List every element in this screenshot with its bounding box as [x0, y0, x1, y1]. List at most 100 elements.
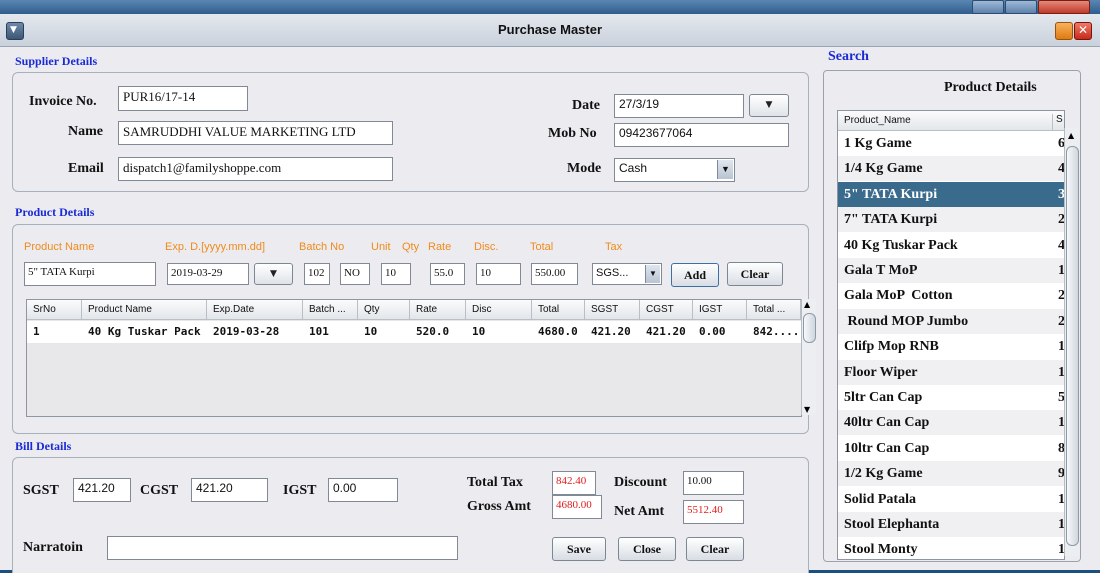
cell-disc: 10	[466, 321, 532, 343]
mob-label: Mob No	[548, 126, 597, 141]
col-header-rate[interactable]: Rate	[410, 300, 466, 320]
product-list-item[interactable]: 40 Kg Tuskar Pack 4	[838, 233, 1064, 258]
cell-total-tax: 842....	[747, 321, 801, 343]
product-list-item[interactable]: 5" TATA Kurpi 3	[838, 181, 1064, 207]
col-header-batch[interactable]: Batch ...	[303, 300, 358, 320]
tax-select[interactable]: SGS... ▼	[592, 263, 662, 285]
product-list-item[interactable]: Gala MoP Cotton 2	[838, 283, 1064, 308]
product-list-header: Product_Name S	[838, 111, 1064, 131]
outer-restore-button[interactable]	[1005, 0, 1037, 14]
product-list-item[interactable]: 40ltr Can Cap 1	[838, 410, 1064, 436]
outer-close-button[interactable]	[1038, 0, 1090, 14]
exp-date-picker-button[interactable]: ▼	[254, 263, 293, 285]
date-picker-button[interactable]: ▼	[749, 94, 789, 117]
product-list-item[interactable]: 1/2 Kg Game 9	[838, 461, 1064, 487]
unit-field[interactable]: NO	[340, 263, 370, 285]
label-unit: Unit	[371, 241, 391, 253]
chevron-down-icon: ▼	[270, 269, 277, 279]
product-list-item[interactable]: Round MOP Jumbo 2	[838, 308, 1064, 334]
product-list-item-name: 10ltr Can Cap	[844, 440, 930, 456]
igst-field[interactable]: 0.00	[328, 478, 398, 502]
rate-field[interactable]: 55.0	[430, 263, 465, 285]
window-title: Purchase Master	[497, 22, 603, 37]
cell-qty: 10	[358, 321, 410, 343]
product-list-scroll-thumb[interactable]	[1066, 146, 1079, 546]
outer-minimize-button[interactable]	[972, 0, 1004, 14]
col-header-product-name[interactable]: Product_Name	[844, 115, 911, 126]
close-form-button[interactable]: Close	[618, 537, 676, 561]
total-field[interactable]: 550.00	[531, 263, 578, 285]
product-list-item-name: Clifp Mop RNB	[844, 339, 939, 355]
disc-field[interactable]: 10	[476, 263, 521, 285]
save-button[interactable]: Save	[552, 537, 606, 561]
product-list-item[interactable]: Floor Wiper 1	[838, 359, 1064, 385]
col-header-total[interactable]: Total	[532, 300, 585, 320]
scroll-up-icon[interactable]: ▲	[804, 300, 810, 309]
col-header-total-tax[interactable]: Total ...	[747, 300, 801, 320]
product-list-item[interactable]: 5ltr Can Cap 5	[838, 385, 1064, 410]
product-list-item-name: Gala MoP Cotton	[844, 288, 953, 304]
net-amt-field[interactable]: 5512.40	[683, 500, 744, 524]
cell-cgst: 421.20	[640, 321, 693, 343]
product-list-item-name: 5ltr Can Cap	[844, 390, 923, 405]
qty-field[interactable]: 10	[381, 263, 411, 285]
bill-section-title: Bill Details	[15, 439, 72, 453]
product-list-scrollbar[interactable]: ▲	[1064, 128, 1079, 556]
scroll-down-icon[interactable]: ▼	[804, 405, 810, 414]
cgst-field[interactable]: 421.20	[191, 478, 268, 502]
date-field[interactable]: 27/3/19	[614, 94, 744, 118]
product-section-title: Product Details	[15, 205, 95, 219]
table-scrollbar[interactable]: ▲ ▼	[801, 299, 816, 415]
discount-field[interactable]: 10.00	[683, 471, 744, 495]
product-list-item[interactable]: 1/4 Kg Game 4	[838, 156, 1064, 182]
sgst-field[interactable]: 421.20	[73, 478, 131, 502]
invoice-field[interactable]: PUR16/17-14	[118, 86, 248, 111]
gross-amt-field[interactable]: 4680.00	[552, 495, 602, 519]
product-list-item[interactable]: Clifp Mop RNB 1	[838, 334, 1064, 359]
col-header-product-name[interactable]: Product Name	[82, 300, 207, 320]
cell-batch: 101	[303, 321, 358, 343]
invoice-label: Invoice No.	[29, 94, 97, 109]
product-list-item[interactable]: 1 Kg Game 6	[838, 131, 1064, 156]
product-list-item[interactable]: Solid Patala 1	[838, 487, 1064, 512]
product-list-title: Product Details	[944, 80, 1037, 95]
outer-window-titlebar	[0, 0, 1100, 14]
col-header-igst[interactable]: IGST	[693, 300, 747, 320]
search-label: Search	[828, 49, 869, 64]
product-list-item-name: Round MOP Jumbo	[844, 313, 969, 329]
product-list-item[interactable]: 7" TATA Kurpi 2	[838, 207, 1064, 233]
exp-date-field[interactable]: 2019-03-29	[167, 263, 249, 285]
col-header-srno[interactable]: SrNo	[27, 300, 82, 320]
narration-field[interactable]	[107, 536, 458, 560]
col-header-sgst[interactable]: SGST	[585, 300, 640, 320]
col-header-cgst[interactable]: CGST	[640, 300, 693, 320]
label-rate: Rate	[428, 241, 452, 253]
cell-total: 4680.0	[532, 321, 585, 343]
col-header-qty[interactable]: Qty	[358, 300, 410, 320]
narration-label: Narratoin	[23, 540, 83, 555]
label-disc: Disc.	[474, 241, 499, 253]
product-clear-button[interactable]: Clear	[727, 262, 783, 286]
email-label: Email	[68, 161, 104, 176]
product-list-item[interactable]: 10ltr Can Cap 8	[838, 436, 1064, 461]
add-button[interactable]: Add	[671, 263, 719, 287]
total-tax-field[interactable]: 842.40	[552, 471, 596, 495]
email-field[interactable]: dispatch1@familyshoppe.com	[118, 157, 393, 181]
mode-select[interactable]: Cash ▼	[614, 158, 735, 182]
supplier-name-field[interactable]: SAMRUDDHI VALUE MARKETING LTD	[118, 121, 393, 145]
close-button[interactable]: ✕	[1074, 22, 1092, 40]
product-list-item[interactable]: Stool Monty 1	[838, 537, 1064, 559]
col-header-disc[interactable]: Disc	[466, 300, 532, 320]
scroll-up-icon[interactable]: ▲	[1068, 131, 1074, 140]
outer-window-controls	[972, 0, 1094, 14]
product-list-item-name: Stool Elephanta	[844, 517, 940, 532]
product-list-item[interactable]: Gala T MoP 1	[838, 258, 1064, 283]
product-name-field[interactable]: 5" TATA Kurpi	[24, 262, 156, 286]
minimize-button[interactable]	[1055, 22, 1073, 40]
bill-clear-button[interactable]: Clear	[686, 537, 744, 561]
batch-no-field[interactable]: 102	[304, 263, 330, 285]
mobile-field[interactable]: 09423677064	[614, 123, 789, 147]
col-header-exp-date[interactable]: Exp.Date	[207, 300, 303, 320]
table-scroll-thumb[interactable]	[803, 313, 816, 343]
product-list-item[interactable]: Stool Elephanta 1	[838, 512, 1064, 537]
